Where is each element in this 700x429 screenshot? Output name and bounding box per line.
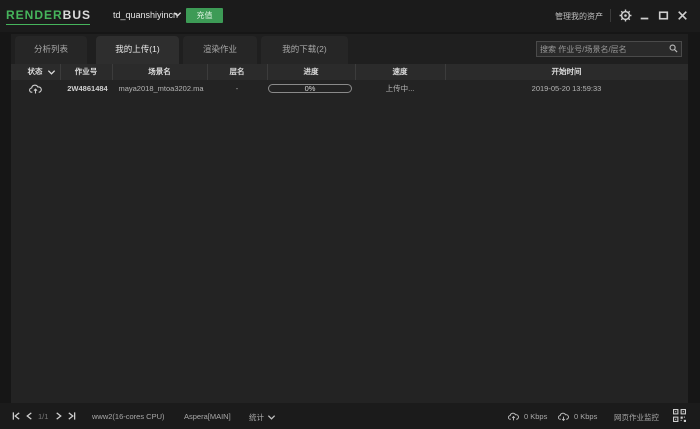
upload-list-panel bbox=[11, 64, 688, 403]
layer-cell: - bbox=[235, 84, 239, 93]
logo-underline bbox=[6, 24, 90, 25]
tab-my-uploads[interactable]: 我的上传(1) bbox=[96, 36, 179, 64]
cloud-upload-icon bbox=[508, 412, 519, 421]
next-page-icon[interactable] bbox=[54, 411, 63, 421]
divider bbox=[610, 9, 611, 22]
last-page-icon[interactable] bbox=[67, 411, 76, 421]
start-time-cell: 2019-05-20 13:59:33 bbox=[531, 84, 602, 93]
column-speed[interactable]: 速度 bbox=[355, 64, 445, 80]
web-job-monitor-link[interactable]: 网页作业监控 bbox=[614, 412, 659, 423]
column-progress[interactable]: 进度 bbox=[267, 64, 355, 80]
first-page-icon[interactable] bbox=[12, 411, 21, 421]
search-icon[interactable] bbox=[669, 44, 678, 53]
column-status[interactable]: 状态 bbox=[22, 64, 48, 80]
prev-page-icon[interactable] bbox=[25, 411, 34, 421]
maximize-icon[interactable] bbox=[657, 9, 670, 22]
job-id-cell: 2W4861484 bbox=[67, 84, 108, 93]
close-icon[interactable] bbox=[676, 9, 689, 22]
minimize-icon[interactable] bbox=[638, 9, 651, 22]
tab-my-downloads[interactable]: 我的下载(2) bbox=[261, 36, 348, 64]
column-job-id[interactable]: 作业号 bbox=[60, 64, 112, 80]
cloud-download-icon bbox=[558, 412, 569, 421]
column-scene[interactable]: 场景名 bbox=[112, 64, 207, 80]
search-placeholder: 搜索 作业号/场景名/层名 bbox=[540, 45, 627, 54]
column-layer[interactable]: 层名 bbox=[207, 64, 267, 80]
renderbus-logo: RENDERBUS bbox=[6, 8, 92, 22]
gear-icon[interactable] bbox=[619, 9, 632, 22]
manage-assets-link[interactable]: 管理我的资产 bbox=[555, 11, 603, 22]
transfer-mode[interactable]: Aspera[MAIN] bbox=[184, 412, 231, 421]
page-indicator: 1/1 bbox=[38, 412, 49, 421]
tab-analysis-list[interactable]: 分析列表 bbox=[15, 36, 87, 64]
scene-cell: maya2018_mtoa3202.ma bbox=[118, 84, 204, 93]
cloud-upload-icon bbox=[29, 84, 42, 94]
speed-cell: 上传中... bbox=[385, 84, 415, 93]
chevron-down-icon[interactable] bbox=[267, 413, 276, 422]
progress-label: 0% bbox=[304, 84, 316, 93]
recharge-button[interactable]: 充值 bbox=[186, 8, 223, 23]
chevron-down-icon[interactable] bbox=[47, 68, 56, 77]
stats-menu[interactable]: 统计 bbox=[249, 412, 264, 423]
chevron-down-icon[interactable] bbox=[173, 10, 182, 19]
download-speed: 0 Kbps bbox=[574, 412, 598, 421]
column-start-time[interactable]: 开始时间 bbox=[445, 64, 688, 80]
qr-code-icon[interactable] bbox=[673, 409, 686, 422]
username[interactable]: td_quanshiyincn bbox=[113, 10, 178, 20]
server-info[interactable]: www2(16-cores CPU) bbox=[92, 412, 165, 421]
tab-render-jobs[interactable]: 渲染作业 bbox=[183, 36, 257, 64]
upload-speed: 0 Kbps bbox=[524, 412, 548, 421]
